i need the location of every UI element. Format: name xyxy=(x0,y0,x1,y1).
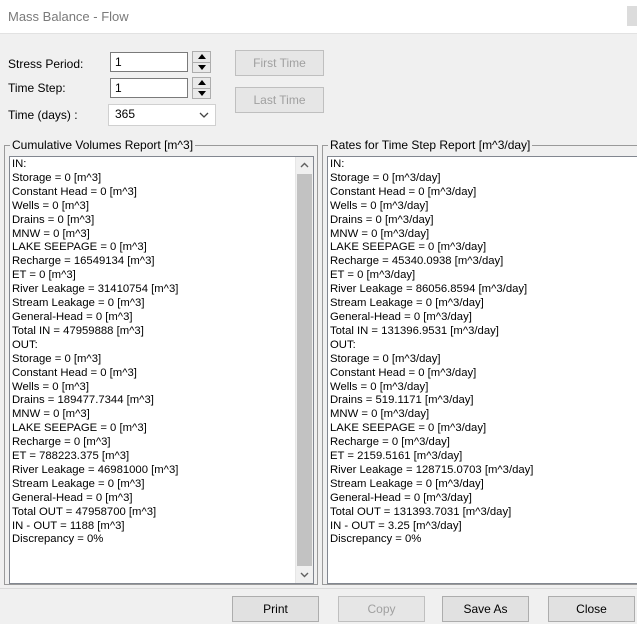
time-step-label: Time Step: xyxy=(8,81,66,95)
report-line: General-Head = 0 [m^3/day] xyxy=(330,310,472,323)
report-line: ET = 0 [m^3] xyxy=(12,269,76,282)
report-line: Constant Head = 0 [m^3/day] xyxy=(330,366,477,379)
time-step-input[interactable]: 1 xyxy=(110,78,188,98)
report-line: Wells = 0 [m^3] xyxy=(12,199,89,212)
stress-period-label: Stress Period: xyxy=(8,57,84,71)
report-line: Discrepancy = 0% xyxy=(330,533,422,546)
report-line: Total OUT = 131393.7031 [m^3/day] xyxy=(330,505,512,518)
report-line: River Leakage = 46981000 [m^3] xyxy=(12,463,179,476)
rates-report-title: Rates for Time Step Report [m^3/day] xyxy=(328,138,533,152)
report-line: Wells = 0 [m^3] xyxy=(12,380,89,393)
rates-report[interactable]: IN: Storage = 0 [m^3/day] Constant Head = … xyxy=(327,156,637,584)
report-line: Drains = 519.1171 [m^3/day] xyxy=(330,394,474,407)
button-bar: Print Copy Save As Close xyxy=(0,588,637,624)
scroll-thumb[interactable] xyxy=(297,174,312,566)
report-line: LAKE SEEPAGE = 0 [m^3] xyxy=(12,422,147,435)
report-line: Drains = 0 [m^3] xyxy=(12,213,95,226)
rates-report-group: Rates for Time Step Report [m^3/day] IN:… xyxy=(322,138,637,585)
time-days-label: Time (days) : xyxy=(8,108,78,122)
report-line: LAKE SEEPAGE = 0 [m^3] xyxy=(12,241,147,254)
report-line: Storage = 0 [m^3] xyxy=(12,352,102,365)
first-time-button[interactable]: First Time xyxy=(235,50,324,76)
copy-button[interactable]: Copy xyxy=(338,596,425,622)
report-line: Stream Leakage = 0 [m^3] xyxy=(12,297,145,310)
vertical-scrollbar[interactable] xyxy=(295,157,313,583)
report-line: IN - OUT = 1188 [m^3] xyxy=(12,519,125,532)
report-line: Constant Head = 0 [m^3] xyxy=(12,185,137,198)
report-line: OUT: xyxy=(330,338,356,351)
report-line: Total IN = 47959888 [m^3] xyxy=(12,324,144,337)
spin-up-icon[interactable] xyxy=(193,52,210,63)
report-line: Recharge = 0 [m^3] xyxy=(12,436,111,449)
time-days-value: 365 xyxy=(115,107,136,121)
report-line: LAKE SEEPAGE = 0 [m^3/day] xyxy=(330,422,487,435)
report-line: ET = 2159.5161 [m^3/day] xyxy=(330,450,463,463)
scroll-up-icon[interactable] xyxy=(296,157,313,174)
stress-period-input[interactable]: 1 xyxy=(110,52,188,72)
report-line: Storage = 0 [m^3/day] xyxy=(330,352,441,365)
report-line: Recharge = 45340.0938 [m^3/day] xyxy=(330,255,504,268)
report-line: General-Head = 0 [m^3] xyxy=(12,491,133,504)
time-days-select[interactable]: 365 xyxy=(108,104,216,126)
report-line: Wells = 0 [m^3/day] xyxy=(330,380,429,393)
report-line: Wells = 0 [m^3/day] xyxy=(330,199,429,212)
save-as-button[interactable]: Save As xyxy=(442,596,529,622)
report-line: IN: xyxy=(12,158,27,170)
report-line: Stream Leakage = 0 [m^3/day] xyxy=(330,477,484,490)
report-line: River Leakage = 31410754 [m^3] xyxy=(12,283,179,296)
chevron-down-icon xyxy=(199,112,209,118)
report-line: Stream Leakage = 0 [m^3/day] xyxy=(330,297,484,310)
report-line: Storage = 0 [m^3/day] xyxy=(330,171,441,184)
report-line: ET = 788223.375 [m^3] xyxy=(12,450,130,463)
report-line: LAKE SEEPAGE = 0 [m^3/day] xyxy=(330,241,487,254)
report-line: ET = 0 [m^3/day] xyxy=(330,269,416,282)
report-line: Discrepancy = 0% xyxy=(12,533,104,546)
report-line: MNW = 0 [m^3] xyxy=(12,408,90,421)
report-line: General-Head = 0 [m^3] xyxy=(12,310,133,323)
report-line: Constant Head = 0 [m^3/day] xyxy=(330,185,477,198)
report-line: MNW = 0 [m^3/day] xyxy=(330,227,430,240)
report-line: River Leakage = 128715.0703 [m^3/day] xyxy=(330,463,534,476)
last-time-button[interactable]: Last Time xyxy=(235,87,324,113)
spin-down-icon[interactable] xyxy=(193,89,210,99)
window-control-edge[interactable] xyxy=(627,6,637,26)
cumulative-volumes-group: Cumulative Volumes Report [m^3] IN: Stora… xyxy=(4,138,318,585)
report-line: OUT: xyxy=(12,338,38,351)
cumulative-volumes-report[interactable]: IN: Storage = 0 [m^3] Constant Head = 0 [m… xyxy=(9,156,314,584)
report-line: Drains = 189477.7344 [m^3] xyxy=(12,394,154,407)
time-step-spinner[interactable] xyxy=(192,77,211,99)
spin-up-icon[interactable] xyxy=(193,78,210,89)
report-line: Total IN = 131396.9531 [m^3/day] xyxy=(330,324,499,337)
report-line: Drains = 0 [m^3/day] xyxy=(330,213,434,226)
report-line: Total OUT = 47958700 [m^3] xyxy=(12,505,157,518)
report-line: Stream Leakage = 0 [m^3] xyxy=(12,477,145,490)
report-line: Constant Head = 0 [m^3] xyxy=(12,366,137,379)
spin-down-icon[interactable] xyxy=(193,63,210,73)
report-line: IN: xyxy=(330,158,345,170)
report-line: MNW = 0 [m^3/day] xyxy=(330,408,430,421)
report-line: MNW = 0 [m^3] xyxy=(12,227,90,240)
report-line: Storage = 0 [m^3] xyxy=(12,171,102,184)
rates-report-lines: IN: Storage = 0 [m^3/day] Constant Head = … xyxy=(330,158,533,547)
cumulative-volumes-lines: IN: Storage = 0 [m^3] Constant Head = 0 [m… xyxy=(12,158,178,547)
report-line: Recharge = 0 [m^3/day] xyxy=(330,436,450,449)
title-bar: Mass Balance - Flow xyxy=(0,0,637,34)
report-line: River Leakage = 86056.8594 [m^3/day] xyxy=(330,283,528,296)
window-title: Mass Balance - Flow xyxy=(8,9,129,24)
cumulative-volumes-title: Cumulative Volumes Report [m^3] xyxy=(10,138,196,152)
scroll-down-icon[interactable] xyxy=(296,566,313,583)
print-button[interactable]: Print xyxy=(232,596,319,622)
close-button[interactable]: Close xyxy=(548,596,635,622)
report-line: IN - OUT = 3.25 [m^3/day] xyxy=(330,519,462,532)
report-line: Recharge = 16549134 [m^3] xyxy=(12,255,155,268)
report-line: General-Head = 0 [m^3/day] xyxy=(330,491,472,504)
stress-period-spinner[interactable] xyxy=(192,51,211,73)
